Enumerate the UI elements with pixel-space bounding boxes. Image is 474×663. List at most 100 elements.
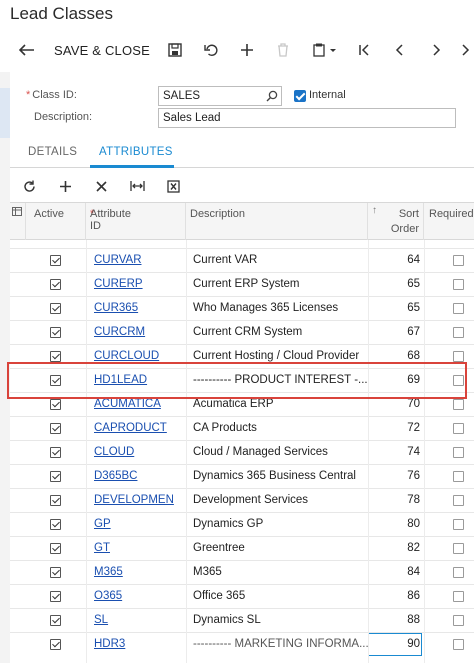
attribute-id-link[interactable]: GT	[94, 537, 186, 560]
table-row[interactable]: M365 M365 84	[10, 561, 474, 585]
tab-bar: DETAILS ATTRIBUTES	[10, 138, 474, 168]
required-checkbox[interactable]	[453, 519, 464, 530]
active-checkbox[interactable]	[50, 567, 61, 578]
required-checkbox[interactable]	[453, 327, 464, 338]
toolbar: SAVE & CLOSE	[0, 34, 474, 66]
tab-attributes[interactable]: ATTRIBUTES	[99, 146, 173, 158]
table-row[interactable]: GT Greentree 82	[10, 537, 474, 561]
table-row[interactable]: HDR3 ---------- MARKETING INFORMA... ✓ 90	[10, 633, 474, 657]
attribute-description: Dynamics 365 Business Central	[193, 470, 356, 482]
tab-details[interactable]: DETAILS	[28, 146, 77, 158]
active-checkbox[interactable]	[50, 399, 61, 410]
required-checkbox[interactable]	[453, 495, 464, 506]
table-row[interactable]: GP Dynamics GP 80	[10, 513, 474, 537]
attribute-id-link[interactable]: CURERP	[94, 273, 186, 296]
column-divider	[424, 240, 425, 663]
required-checkbox[interactable]	[453, 591, 464, 602]
attribute-id-link[interactable]: HDR3	[94, 633, 186, 656]
attribute-id-link[interactable]: CURCRM	[94, 321, 186, 344]
active-checkbox[interactable]	[50, 423, 61, 434]
attribute-id-link[interactable]: D365BC	[94, 465, 186, 488]
required-checkbox[interactable]	[453, 543, 464, 554]
sort-order-value: 72	[407, 422, 420, 434]
active-checkbox[interactable]	[50, 591, 61, 602]
table-row[interactable]: CLOUD Cloud / Managed Services 74	[10, 441, 474, 465]
active-checkbox[interactable]	[50, 495, 61, 506]
internal-checkbox[interactable]	[294, 90, 306, 102]
delete-icon[interactable]	[271, 34, 295, 66]
required-checkbox[interactable]	[453, 423, 464, 434]
attribute-description: Development Services	[193, 494, 309, 506]
attribute-id-link[interactable]: DEVELOPMEN	[94, 489, 186, 512]
attribute-description: Greentree	[193, 542, 245, 554]
active-checkbox[interactable]	[50, 255, 61, 266]
table-row[interactable]: CURERP Current ERP System 65	[10, 273, 474, 297]
attribute-id-link[interactable]: GP	[94, 513, 186, 536]
required-checkbox[interactable]	[453, 303, 464, 314]
active-checkbox[interactable]	[50, 639, 61, 650]
active-checkbox[interactable]	[50, 615, 61, 626]
required-checkbox[interactable]	[453, 399, 464, 410]
fit-columns-icon[interactable]	[126, 170, 148, 202]
last-record-icon[interactable]	[460, 34, 474, 66]
attribute-description: Cloud / Managed Services	[193, 446, 328, 458]
active-checkbox[interactable]	[50, 303, 61, 314]
search-icon[interactable]	[266, 90, 278, 105]
attribute-description: Current VAR	[193, 254, 258, 266]
active-checkbox[interactable]	[50, 471, 61, 482]
attribute-id-link[interactable]: M365	[94, 561, 186, 584]
table-row[interactable]: CAPRODUCT CA Products 72	[10, 417, 474, 441]
delete-row-icon[interactable]	[90, 170, 112, 202]
table-row[interactable]: O365 Office 365 86	[10, 585, 474, 609]
attribute-id-link[interactable]: CUR365	[94, 297, 186, 320]
export-excel-icon[interactable]	[162, 170, 184, 202]
required-checkbox[interactable]	[453, 279, 464, 290]
table-row[interactable]: D365BC Dynamics 365 Business Central 76	[10, 465, 474, 489]
attribute-id-link[interactable]: O365	[94, 585, 186, 608]
sort-order-value: 67	[407, 326, 420, 338]
required-checkbox[interactable]	[453, 615, 464, 626]
table-row[interactable]: SL Dynamics SL 88	[10, 609, 474, 633]
table-row[interactable]: CURVAR Current VAR 64	[10, 249, 474, 273]
required-checkbox[interactable]	[453, 567, 464, 578]
copy-paste-icon[interactable]	[308, 34, 342, 66]
save-close-button[interactable]: SAVE & CLOSE	[52, 34, 152, 66]
undo-icon[interactable]	[199, 34, 223, 66]
grid-toolbar	[10, 170, 474, 202]
active-checkbox[interactable]	[50, 351, 61, 362]
active-checkbox[interactable]	[50, 519, 61, 530]
refresh-icon[interactable]	[18, 170, 40, 202]
next-record-icon[interactable]	[424, 34, 448, 66]
column-divider	[186, 240, 187, 663]
attribute-id-link[interactable]: CLOUD	[94, 441, 186, 464]
required-checkbox[interactable]	[453, 471, 464, 482]
add-icon[interactable]	[235, 34, 259, 66]
active-checkbox[interactable]	[50, 279, 61, 290]
first-record-icon[interactable]	[352, 34, 376, 66]
required-checkbox[interactable]	[453, 447, 464, 458]
back-icon[interactable]	[14, 34, 40, 66]
active-checkbox[interactable]	[50, 327, 61, 338]
sort-order-value: 88	[407, 614, 420, 626]
description-field[interactable]: Sales Lead	[158, 108, 456, 128]
attribute-description: CA Products	[193, 422, 257, 434]
attribute-description: Who Manages 365 Licenses	[193, 302, 339, 314]
table-row[interactable]: CURCRM Current CRM System 67	[10, 321, 474, 345]
class-id-field[interactable]: SALES	[158, 86, 282, 106]
table-row[interactable]: CUR365 Who Manages 365 Licenses 65	[10, 297, 474, 321]
add-row-icon[interactable]	[54, 170, 76, 202]
sort-order-value[interactable]: 90	[370, 633, 420, 656]
active-checkbox[interactable]	[50, 447, 61, 458]
active-checkbox[interactable]	[50, 543, 61, 554]
attribute-description: Office 365	[193, 590, 246, 602]
attribute-id-link[interactable]: SL	[94, 609, 186, 632]
required-checkbox[interactable]	[453, 639, 464, 650]
required-checkbox[interactable]	[453, 351, 464, 362]
attribute-id-link[interactable]: CAPRODUCT	[94, 417, 186, 440]
table-row[interactable]: DEVELOPMEN Development Services 78	[10, 489, 474, 513]
previous-record-icon[interactable]	[388, 34, 412, 66]
save-icon[interactable]	[163, 34, 187, 66]
required-checkbox[interactable]	[453, 255, 464, 266]
attribute-id-link[interactable]: CURVAR	[94, 249, 186, 272]
highlighted-row-annotation	[7, 362, 467, 399]
